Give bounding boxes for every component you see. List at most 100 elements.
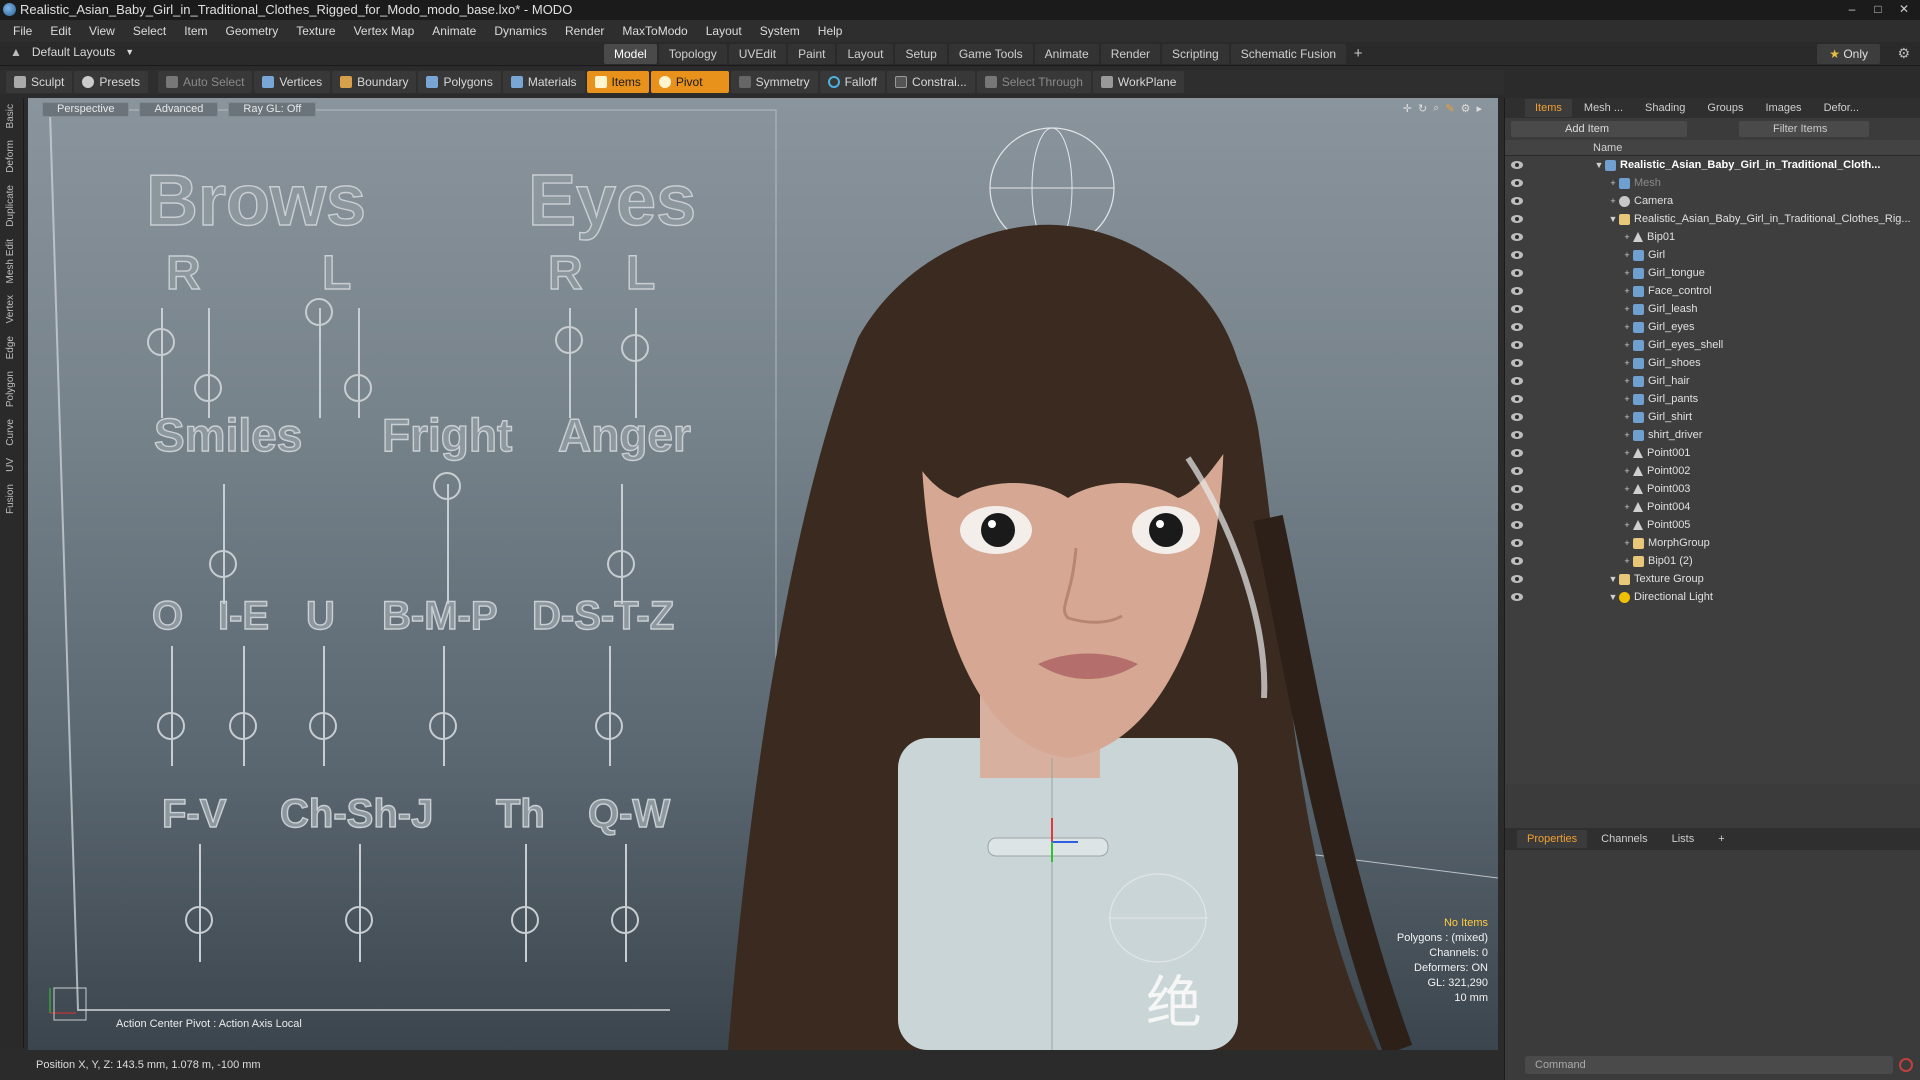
tab-schematic-fusion[interactable]: Schematic Fusion — [1230, 44, 1347, 64]
expand-icon[interactable]: + — [1621, 358, 1633, 368]
expand-icon[interactable]: + — [1621, 412, 1633, 422]
expand-icon[interactable]: + — [1621, 268, 1633, 278]
tree-row[interactable]: + Girl_tongue — [1505, 264, 1920, 282]
tab-setup[interactable]: Setup — [895, 44, 947, 64]
expand-icon[interactable]: + — [1621, 466, 1633, 476]
minimize-button[interactable]: – — [1840, 0, 1864, 18]
menu-item[interactable]: Item — [175, 20, 216, 42]
menu-geometry[interactable]: Geometry — [217, 20, 288, 42]
menu-dynamics[interactable]: Dynamics — [485, 20, 556, 42]
vtab-vertex[interactable]: Vertex — [0, 289, 21, 329]
expand-icon[interactable]: + — [1621, 286, 1633, 296]
maximize-button[interactable]: □ — [1866, 0, 1890, 18]
visibility-eye-icon[interactable] — [1511, 593, 1523, 601]
tab-deformers[interactable]: Defor... — [1814, 99, 1869, 117]
tree-row[interactable]: + Point002 — [1505, 462, 1920, 480]
pivot-button[interactable]: Pivot — [650, 71, 729, 93]
tree-row[interactable]: ▼ Realistic_Asian_Baby_Girl_in_Traditiona… — [1505, 156, 1920, 174]
visibility-eye-icon[interactable] — [1511, 341, 1523, 349]
expand-icon[interactable]: + — [1621, 232, 1633, 242]
tree-row[interactable]: + Face_control — [1505, 282, 1920, 300]
menu-maxtomodo[interactable]: MaxToModo — [613, 20, 696, 42]
tab-lists[interactable]: Lists — [1662, 830, 1705, 848]
expand-icon[interactable]: ▼ — [1593, 160, 1605, 170]
tree-row[interactable]: + Girl_eyes_shell — [1505, 336, 1920, 354]
tree-row[interactable]: + Point003 — [1505, 480, 1920, 498]
tree-row[interactable]: ▼ Directional Light — [1505, 588, 1920, 606]
expand-icon[interactable]: + — [1607, 196, 1619, 206]
materials-button[interactable]: Materials — [502, 71, 585, 93]
command-input[interactable]: Command — [1525, 1056, 1893, 1074]
tree-row[interactable]: + Point001 — [1505, 444, 1920, 462]
tree-row[interactable]: + Point004 — [1505, 498, 1920, 516]
expand-icon[interactable]: + — [1621, 556, 1633, 566]
sculpt-button[interactable]: Sculpt — [6, 71, 73, 93]
polygons-button[interactable]: Polygons — [418, 71, 501, 93]
visibility-eye-icon[interactable] — [1511, 431, 1523, 439]
add-item-dropdown[interactable]: Add Item — [1511, 121, 1687, 137]
tree-row[interactable]: + Girl_shirt — [1505, 408, 1920, 426]
visibility-eye-icon[interactable] — [1511, 251, 1523, 259]
items-button[interactable]: Items — [586, 71, 649, 93]
tree-row[interactable]: + Girl_eyes — [1505, 318, 1920, 336]
name-column[interactable]: Name — [1593, 140, 1622, 155]
select-through-button[interactable]: Select Through — [976, 71, 1091, 93]
tree-row[interactable]: + Girl — [1505, 246, 1920, 264]
expand-icon[interactable]: ▼ — [1607, 214, 1619, 224]
vtab-deform[interactable]: Deform — [0, 134, 21, 179]
menu-edit[interactable]: Edit — [41, 20, 80, 42]
visibility-eye-icon[interactable] — [1511, 521, 1523, 529]
menu-texture[interactable]: Texture — [287, 20, 344, 42]
visibility-eye-icon[interactable] — [1511, 197, 1523, 205]
menu-layout[interactable]: Layout — [697, 20, 751, 42]
falloff-button[interactable]: Falloff — [819, 71, 886, 93]
tab-animate[interactable]: Animate — [1034, 44, 1099, 64]
tab-items[interactable]: Items — [1525, 99, 1572, 117]
close-button[interactable]: ✕ — [1892, 0, 1916, 18]
layouts-dropdown[interactable]: ▲ Default Layouts ▼ — [10, 45, 134, 59]
tab-channels[interactable]: Channels — [1591, 830, 1657, 848]
menu-system[interactable]: System — [751, 20, 809, 42]
visibility-eye-icon[interactable] — [1511, 539, 1523, 547]
auto-select-button[interactable]: Auto Select — [158, 71, 253, 93]
tree-row[interactable]: + Girl_leash — [1505, 300, 1920, 318]
tab-shading[interactable]: Shading — [1635, 99, 1695, 117]
expand-icon[interactable]: + — [1621, 448, 1633, 458]
constraints-button[interactable]: Constrai... — [887, 71, 975, 93]
menu-view[interactable]: View — [80, 20, 124, 42]
menu-vertex-map[interactable]: Vertex Map — [345, 20, 424, 42]
tab-images[interactable]: Images — [1755, 99, 1811, 117]
visibility-eye-icon[interactable] — [1511, 269, 1523, 277]
vtab-fusion[interactable]: Fusion — [0, 478, 21, 520]
visibility-eye-icon[interactable] — [1511, 359, 1523, 367]
filter-items-input[interactable]: Filter Items — [1739, 121, 1869, 137]
expand-icon[interactable]: + — [1621, 430, 1633, 440]
expand-icon[interactable]: + — [1621, 322, 1633, 332]
visibility-eye-icon[interactable] — [1511, 557, 1523, 565]
visibility-eye-icon[interactable] — [1511, 467, 1523, 475]
tree-row[interactable]: + Girl_shoes — [1505, 354, 1920, 372]
vtab-curve[interactable]: Curve — [0, 413, 21, 452]
tree-row[interactable]: ▼ Realistic_Asian_Baby_Girl_in_Traditiona… — [1505, 210, 1920, 228]
expand-icon[interactable]: + — [1621, 340, 1633, 350]
visibility-eye-icon[interactable] — [1511, 575, 1523, 583]
vtab-duplicate[interactable]: Duplicate — [0, 179, 21, 233]
vtab-basic[interactable]: Basic — [0, 98, 21, 134]
vertices-button[interactable]: Vertices — [254, 71, 331, 93]
command-stop-icon[interactable] — [1899, 1058, 1913, 1072]
tab-layout[interactable]: Layout — [837, 44, 894, 64]
tab-scripting[interactable]: Scripting — [1162, 44, 1229, 64]
presets-button[interactable]: Presets — [74, 71, 149, 93]
tree-row[interactable]: + Point005 — [1505, 516, 1920, 534]
expand-icon[interactable]: ▼ — [1607, 574, 1619, 584]
visibility-eye-icon[interactable] — [1511, 503, 1523, 511]
expand-icon[interactable]: + — [1621, 304, 1633, 314]
visibility-eye-icon[interactable] — [1511, 287, 1523, 295]
visibility-eye-icon[interactable] — [1511, 449, 1523, 457]
visibility-eye-icon[interactable] — [1511, 179, 1523, 187]
visibility-eye-icon[interactable] — [1511, 215, 1523, 223]
tab-render[interactable]: Render — [1100, 44, 1161, 64]
vtab-uv[interactable]: UV — [0, 452, 21, 478]
gear-icon[interactable]: ⚙ — [1897, 45, 1910, 62]
expand-icon[interactable]: + — [1607, 178, 1619, 188]
